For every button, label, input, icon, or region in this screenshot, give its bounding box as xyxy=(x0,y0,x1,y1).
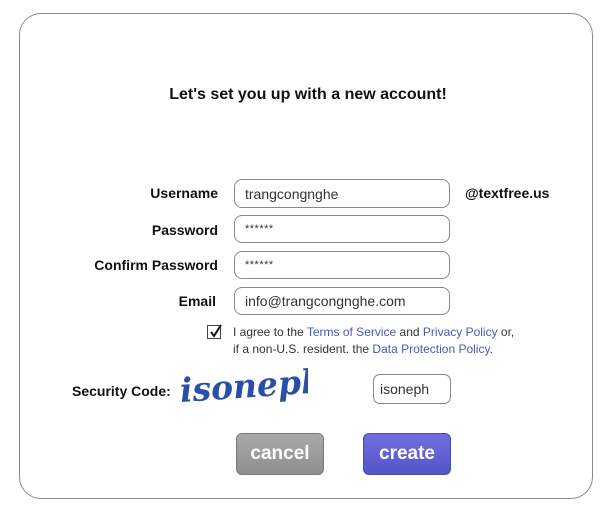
security-code-input[interactable] xyxy=(373,374,451,404)
username-domain-suffix: @textfree.us xyxy=(465,185,550,201)
terms-of-service-link[interactable]: Terms of Service xyxy=(307,325,396,339)
captcha-image: isoneph xyxy=(179,366,308,410)
data-protection-policy-link[interactable]: Data Protection Policy xyxy=(372,342,489,356)
password-input[interactable] xyxy=(234,215,450,243)
create-button[interactable]: create xyxy=(363,433,451,475)
email-label: Email xyxy=(178,293,216,309)
page-title: Let's set you up with a new account! xyxy=(169,86,447,103)
cancel-button[interactable]: cancel xyxy=(236,433,324,475)
security-code-label: Security Code: xyxy=(72,383,171,399)
username-label: Username xyxy=(150,185,218,201)
agree-checkbox[interactable] xyxy=(207,324,222,339)
agreement-text-part: I agree to the xyxy=(233,325,307,339)
agreement-text-part: if a non-U.S. resident. the xyxy=(233,342,373,356)
agreement-text-part: and xyxy=(396,325,423,339)
confirm-password-label: Confirm Password xyxy=(94,257,218,273)
agreement-text: I agree to the Terms of Service and Priv… xyxy=(233,324,514,358)
username-input[interactable] xyxy=(234,179,450,208)
confirm-password-input[interactable] xyxy=(234,251,450,279)
privacy-policy-link[interactable]: Privacy Policy xyxy=(423,325,498,339)
agreement-text-part: . xyxy=(489,342,493,356)
password-label: Password xyxy=(151,222,218,238)
checkmark-icon xyxy=(210,324,222,338)
captcha-text: isoneph xyxy=(179,366,308,410)
agreement-text-part: or, xyxy=(497,325,515,339)
email-input[interactable] xyxy=(234,287,450,315)
